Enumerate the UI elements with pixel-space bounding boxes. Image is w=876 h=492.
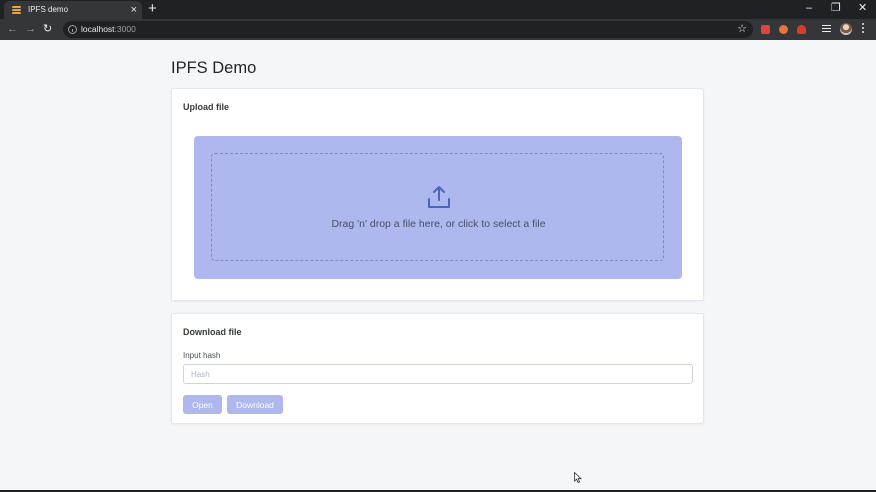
extension-icon-3[interactable] (797, 25, 806, 34)
restore-button[interactable]: ❐ (831, 1, 841, 15)
reload-button[interactable]: ↻ (43, 22, 52, 36)
back-button[interactable]: ← (7, 22, 18, 36)
hash-input[interactable] (183, 364, 693, 384)
browser-menu-icon[interactable] (862, 23, 865, 35)
page-content: IPFS Demo Upload file Drag 'n' drop a fi… (0, 40, 876, 492)
url-text: localhost:3000 (81, 24, 136, 34)
site-info-icon[interactable] (68, 25, 77, 34)
bookmark-star-icon[interactable]: ☆ (737, 22, 747, 36)
tab-close-icon[interactable]: × (131, 3, 137, 17)
download-card-title: Download file (183, 327, 242, 337)
fox-extension-icon[interactable] (779, 25, 788, 34)
dropzone-text: Drag 'n' drop a file here, or click to s… (331, 218, 546, 230)
open-button[interactable]: Open (183, 395, 222, 414)
download-button[interactable]: Download (227, 395, 283, 414)
dropzone-border: Drag 'n' drop a file here, or click to s… (211, 153, 664, 261)
browser-tab[interactable]: IPFS demo × (4, 1, 142, 19)
file-dropzone[interactable]: Drag 'n' drop a file here, or click to s… (194, 136, 682, 279)
forward-button[interactable]: → (25, 22, 36, 36)
browser-toolbar: ← → ↻ localhost:3000 ☆ (0, 19, 876, 40)
upload-card-title: Upload file (183, 102, 230, 112)
upload-icon (428, 186, 450, 208)
hash-input-label: Input hash (183, 351, 221, 360)
upload-card: Upload file Drag 'n' drop a file here, o… (171, 88, 704, 301)
browser-tab-bar: IPFS demo × + – ❐ ✕ (0, 0, 876, 19)
favicon-icon (12, 6, 21, 14)
minimize-button[interactable]: – (806, 1, 812, 15)
reading-list-icon[interactable] (822, 25, 831, 33)
tab-title: IPFS demo (28, 5, 69, 14)
close-window-button[interactable]: ✕ (858, 1, 867, 15)
new-tab-button[interactable]: + (148, 1, 157, 17)
download-card: Download file Input hash Open Download (171, 313, 704, 424)
extension-icon[interactable] (761, 25, 770, 34)
page-title: IPFS Demo (171, 59, 257, 77)
profile-avatar[interactable] (840, 23, 852, 35)
address-bar[interactable]: localhost:3000 ☆ (63, 21, 753, 38)
mouse-cursor-icon (574, 472, 582, 483)
